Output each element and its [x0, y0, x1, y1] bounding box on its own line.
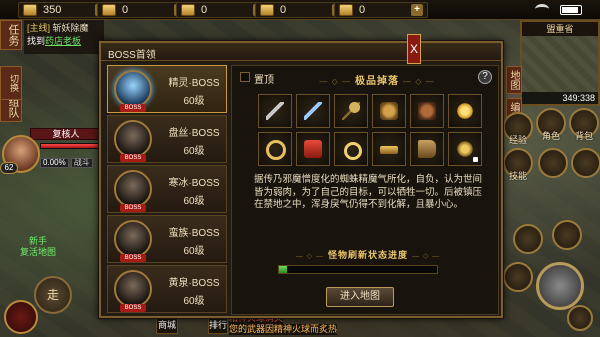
minimap-coordinates: 349:338	[522, 92, 598, 104]
mall-button[interactable]: 商城	[156, 316, 178, 334]
loot-header: 极品掉落	[302, 72, 452, 87]
boss-dialog: BOSS首领 BOSS 精灵·BOSS 60级 BOSS 盘丝·BOSS 60级…	[99, 41, 503, 318]
dialog-title: BOSS首领	[108, 50, 156, 61]
locked-item-icon[interactable]	[448, 132, 482, 166]
boots-icon[interactable]	[410, 132, 444, 166]
boss-level: 60级	[183, 296, 205, 307]
boss-name: 蛮族·BOSS	[168, 228, 220, 239]
boss-badge: BOSS	[120, 154, 146, 162]
wifi-icon	[535, 4, 549, 14]
bracer-icon[interactable]	[296, 132, 330, 166]
bound-gold-icon	[181, 4, 195, 16]
pin-checkbox[interactable]	[240, 72, 250, 82]
close-button[interactable]: X	[407, 34, 421, 64]
boss-name: 盘丝·BOSS	[168, 128, 220, 139]
boss-item[interactable]: BOSS 黄泉·BOSS 60级	[107, 265, 227, 313]
quest-type: [主线]	[27, 23, 51, 33]
character-button[interactable]: 角色	[536, 108, 566, 141]
tokens-counter[interactable]: 0 +	[334, 2, 428, 18]
quest-npc-link[interactable]: 药店老板	[45, 36, 81, 46]
tab-map[interactable]: 地图	[506, 66, 522, 94]
boss-level: 60级	[183, 96, 205, 107]
resource-bar: 350 + 0 + 0 + 0 + 0 +	[0, 0, 600, 20]
minimap-zone: 盟重省	[522, 22, 598, 36]
chat-line: 您的武器因精神火球而炙热	[229, 324, 338, 335]
skill-button[interactable]: 技能	[503, 148, 533, 181]
boss-item[interactable]: BOSS 盘丝·BOSS 60级	[107, 115, 227, 163]
walk-joystick[interactable]: 走	[34, 276, 72, 314]
gem-icon	[260, 4, 274, 16]
sword-icon[interactable]	[258, 94, 292, 128]
blade-icon[interactable]	[296, 94, 330, 128]
tab-quest[interactable]: 任务	[0, 20, 22, 50]
chat-button[interactable]	[4, 300, 38, 334]
boss-badge: BOSS	[120, 204, 146, 212]
skill-slot-3[interactable]	[513, 224, 543, 254]
token-icon	[339, 4, 353, 16]
attack-button[interactable]	[536, 262, 584, 310]
belt-icon[interactable]	[372, 132, 406, 166]
exp-percent: 0.00%	[40, 158, 69, 168]
boss-list[interactable]: BOSS 精灵·BOSS 60级 BOSS 盘丝·BOSS 60级 BOSS 寒…	[107, 65, 227, 315]
boss-avatar	[114, 220, 152, 258]
enter-map-button[interactable]: 进入地图	[326, 287, 394, 307]
refresh-progress-fill	[279, 266, 287, 273]
npc-label[interactable]: 新手 复活地图	[20, 236, 56, 258]
minimap[interactable]: 盟重省 349:338	[520, 20, 600, 106]
boss-badge: BOSS	[120, 254, 146, 262]
boss-item[interactable]: BOSS 精灵·BOSS 60级	[107, 65, 227, 113]
boss-description: 据传乃邪魔憎度化的蜘蛛精魔气所化，自负，认为世间皆为弱肉，为了自己的目标，可以牺…	[254, 174, 483, 210]
boss-item[interactable]: BOSS 寒冰·BOSS 60级	[107, 165, 227, 213]
player-level: 62	[0, 162, 18, 174]
loot-grid	[258, 94, 482, 166]
armor-icon[interactable]	[372, 94, 406, 128]
help-button[interactable]: ?	[478, 70, 492, 84]
ingot-icon	[102, 4, 116, 16]
skill-slot-4[interactable]	[552, 220, 582, 250]
necklace-icon[interactable]	[258, 132, 292, 166]
gold-icon[interactable]	[448, 94, 482, 128]
quest-goal: 找到药店老板	[27, 36, 82, 46]
minimap-view[interactable]	[522, 36, 598, 92]
boss-level: 60级	[183, 246, 205, 257]
player-status-row: 0.00% 战斗	[40, 158, 104, 168]
player-name: 复核人	[30, 128, 102, 140]
refresh-progress-bar	[278, 265, 438, 274]
skill-slot-2[interactable]	[571, 148, 600, 178]
combat-mode[interactable]: 战斗	[70, 158, 93, 168]
add-token-button[interactable]: +	[411, 4, 423, 16]
bag-button[interactable]: 背包	[569, 108, 599, 141]
boss-avatar	[114, 120, 152, 158]
boss-level: 60级	[183, 146, 205, 157]
gold-icon	[23, 4, 37, 16]
boss-detail-panel: 置顶 极品掉落 ? 据传乃邪魔憎度化的蜘蛛精魔气所化，自负，认为世间皆为弱肉，为…	[231, 65, 499, 315]
boss-name: 寒冰·BOSS	[168, 178, 220, 189]
armor-icon[interactable]	[410, 94, 444, 128]
quest-title: 斩妖除魔	[52, 23, 89, 33]
refresh-header: 怪物刷新状态进度	[278, 248, 458, 261]
boss-avatar	[114, 170, 152, 208]
skill-slot-5[interactable]	[503, 262, 533, 292]
quest-tracker[interactable]: [主线] 斩妖除魔 找到药店老板	[24, 20, 104, 54]
boss-avatar	[114, 70, 152, 108]
dialog-title-bar: BOSS首领	[101, 43, 501, 61]
skill-slot-1[interactable]	[538, 148, 568, 178]
pin-label: 置顶	[254, 75, 274, 86]
boss-badge: BOSS	[120, 304, 146, 312]
axe-icon[interactable]	[334, 94, 368, 128]
boss-avatar	[114, 270, 152, 308]
ranking-button[interactable]: 排行	[208, 316, 228, 334]
exp-button[interactable]: 经验	[503, 112, 533, 145]
ring-icon[interactable]	[334, 132, 368, 166]
boss-level: 60级	[183, 196, 205, 207]
boss-item[interactable]: BOSS 蛮族·BOSS 60级	[107, 215, 227, 263]
player-hp-bar	[40, 143, 100, 149]
battery-icon	[560, 5, 582, 15]
boss-name: 黄泉·BOSS	[168, 278, 220, 289]
skill-slot-6[interactable]	[567, 305, 593, 331]
switch-tab[interactable]: 切换	[0, 66, 22, 100]
player-hp-fill	[41, 144, 99, 148]
boss-name: 精灵·BOSS	[168, 78, 220, 89]
boss-badge: BOSS	[120, 104, 146, 112]
